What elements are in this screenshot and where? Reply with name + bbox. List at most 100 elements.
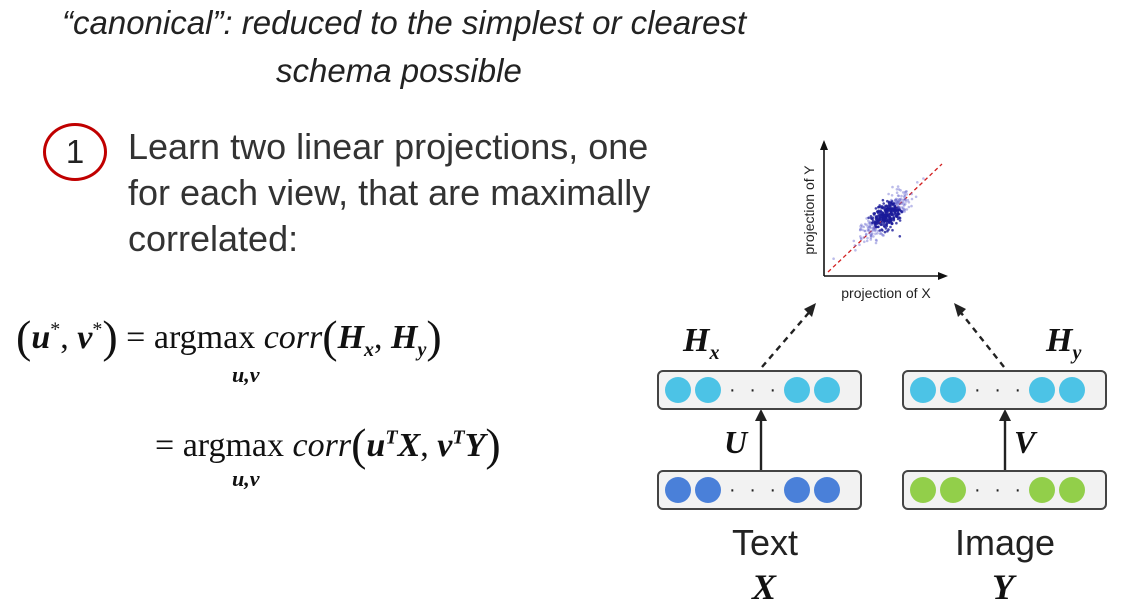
scatter-point <box>882 222 886 225</box>
scatter-point <box>859 228 862 231</box>
step-text-line-2: for each view, that are maximally <box>128 172 651 213</box>
scatter-point <box>903 208 906 211</box>
scatter-point <box>910 197 914 201</box>
scatter-point <box>891 228 894 232</box>
scatter-point <box>853 244 857 247</box>
scatter-point <box>901 191 905 194</box>
scatter-point <box>882 202 885 205</box>
scatter-point <box>869 234 873 238</box>
scatter-point <box>883 205 886 208</box>
scatter-point <box>895 191 899 194</box>
scatter-point <box>865 217 868 220</box>
scatter-point <box>887 208 891 211</box>
corr-1: corr <box>263 319 323 356</box>
step-text-line-1: Learn two linear projections, one <box>128 126 649 167</box>
scatter-point <box>872 235 875 238</box>
scatter-point <box>914 195 918 199</box>
step-text-line-3: correlated: <box>128 218 299 259</box>
scatter-point <box>870 223 874 227</box>
scatter-point <box>858 243 861 247</box>
scatter-ylabel: projection of Y <box>801 165 817 255</box>
equation-1: (u*, v*) = argmax corr(Hx, Hy) <box>16 311 442 362</box>
scatter-point <box>873 212 876 215</box>
node <box>695 377 721 403</box>
node <box>784 377 811 403</box>
scatter-point <box>859 236 863 240</box>
dashed-arrow-right <box>957 308 1005 368</box>
scatter-point <box>882 216 886 220</box>
scatter-point <box>879 214 882 217</box>
node <box>1029 477 1056 503</box>
node <box>784 477 811 503</box>
scatter-point <box>868 220 872 224</box>
scatter-point <box>916 181 919 184</box>
scatter-point <box>910 192 913 196</box>
node <box>940 477 966 503</box>
scatter-point <box>896 194 900 197</box>
scatter-point <box>885 224 888 228</box>
scatter-point <box>895 221 898 225</box>
equation-2: = argmax corr(uTX, vTY) <box>155 419 501 470</box>
image-caption: Image <box>954 522 1056 563</box>
scatter-point <box>891 209 894 213</box>
text-caption: Text <box>731 522 799 563</box>
scatter-point <box>904 198 907 202</box>
scatter-point <box>884 208 887 211</box>
scatter-point <box>875 217 879 220</box>
argmax-1-subscript: u,v <box>232 362 260 387</box>
scatter-point <box>900 210 903 213</box>
scatter-point <box>895 201 899 205</box>
scatter-point <box>874 232 877 236</box>
projected-layer-text: · · · <box>657 370 862 410</box>
scatter-point <box>897 216 901 219</box>
ellipsis: · · · <box>974 478 1026 501</box>
scatter-point <box>897 188 901 191</box>
scatter-point <box>899 197 903 201</box>
scatter-point <box>892 216 895 220</box>
dashed-arrow-right-head <box>954 303 966 317</box>
scatter-point <box>879 223 883 227</box>
scatter-point <box>862 236 865 239</box>
scatter-point <box>904 190 908 193</box>
node <box>665 377 691 403</box>
scatter-point <box>907 205 911 209</box>
node <box>1059 377 1086 403</box>
scatter-point <box>910 204 913 208</box>
ellipsis: · · · <box>729 478 781 501</box>
scatter-point <box>903 204 906 207</box>
scatter-point <box>860 223 863 227</box>
scatter-point <box>906 198 910 202</box>
scatter-point <box>879 210 883 214</box>
scatter-point <box>863 240 866 244</box>
dashed-arrow-left <box>761 308 813 368</box>
scatter-point <box>868 231 871 235</box>
scatter-point <box>877 218 881 222</box>
scatter-point <box>892 213 895 216</box>
scatter-point <box>890 194 894 197</box>
hx-label: Hx <box>683 322 720 364</box>
equals-2: = <box>155 427 175 464</box>
definition-line-1: “canonical”: reduced to the simplest or … <box>62 4 747 41</box>
scatter-plot: projection of X projection of Y <box>801 140 948 301</box>
image-variable: Y <box>992 567 1014 607</box>
solid-arrow-left-head <box>755 409 767 421</box>
node <box>814 477 841 503</box>
corr-2: corr <box>292 427 352 464</box>
scatter-point <box>898 212 901 216</box>
scatter-point <box>896 208 899 212</box>
scatter-point <box>874 224 877 228</box>
scatter-point <box>892 202 896 205</box>
scatter-point <box>878 232 882 235</box>
scatter-point <box>875 220 878 223</box>
argmax-2: argmax <box>182 427 285 464</box>
scatter-point <box>878 229 882 232</box>
node <box>940 377 966 403</box>
scatter-point <box>864 233 868 236</box>
scatter-point <box>922 177 925 180</box>
scatter-point <box>852 239 856 243</box>
scatter-point <box>877 210 880 213</box>
scatter-point <box>878 204 881 207</box>
scatter-point <box>905 208 909 211</box>
scatter-point <box>882 218 885 222</box>
ellipsis: · · · <box>974 378 1026 401</box>
